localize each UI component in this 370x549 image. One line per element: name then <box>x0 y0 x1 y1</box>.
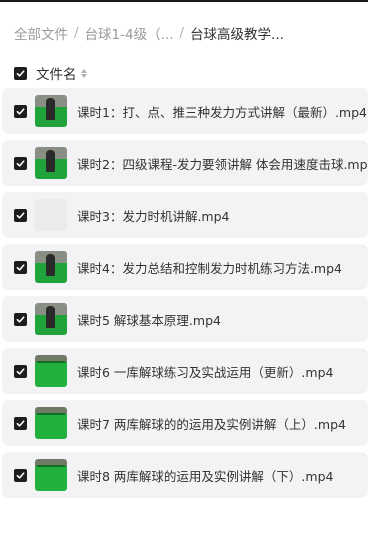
video-thumbnail-placeholder-icon <box>35 199 67 231</box>
breadcrumb-item-parent[interactable]: 台球1-4级（... <box>85 23 174 43</box>
video-thumbnail-table-icon <box>35 459 67 491</box>
row-checkbox[interactable] <box>14 364 27 378</box>
column-header-filename[interactable]: 文件名 <box>36 63 77 83</box>
file-row[interactable]: 课时3：发力时机讲解.mp4 <box>2 192 368 238</box>
list-header: 文件名 <box>14 63 87 83</box>
check-icon <box>16 419 25 427</box>
row-checkbox[interactable] <box>14 104 27 118</box>
file-name[interactable]: 课时8 两库解球的运用及实例讲解（下）.mp4 <box>77 466 333 485</box>
video-thumbnail-player-icon <box>35 251 67 283</box>
breadcrumb-item-root[interactable]: 全部文件 <box>14 23 68 43</box>
sort-icon[interactable] <box>80 68 87 78</box>
file-name[interactable]: 课时3：发力时机讲解.mp4 <box>77 206 230 225</box>
row-checkbox[interactable] <box>14 468 27 482</box>
check-icon <box>16 471 25 479</box>
video-thumbnail-player-icon <box>35 303 67 335</box>
file-row[interactable]: 课时4：发力总结和控制发力时机练习方法.mp4 <box>2 244 368 290</box>
file-row[interactable]: 课时7 两库解球的的运用及实例讲解（上）.mp4 <box>2 400 368 446</box>
video-thumbnail-player-icon <box>35 147 67 179</box>
file-name[interactable]: 课时6 一库解球练习及实战运用（更新）.mp4 <box>77 362 333 381</box>
row-checkbox[interactable] <box>14 208 27 222</box>
breadcrumb-item-current: 台球高级教学... <box>190 27 284 43</box>
check-icon <box>16 211 25 219</box>
check-icon <box>16 107 25 115</box>
breadcrumb-separator: / <box>74 25 79 41</box>
file-row[interactable]: 课时2：四级课程-发力要领讲解 体会用速度击球.mp4 <box>2 140 368 186</box>
check-icon <box>16 367 25 375</box>
top-divider <box>0 0 368 2</box>
file-row[interactable]: 课时8 两库解球的运用及实例讲解（下）.mp4 <box>2 452 368 498</box>
row-checkbox[interactable] <box>14 260 27 274</box>
file-name[interactable]: 课时2：四级课程-发力要领讲解 体会用速度击球.mp4 <box>77 154 368 173</box>
file-name[interactable]: 课时4：发力总结和控制发力时机练习方法.mp4 <box>77 258 342 277</box>
file-row[interactable]: 课时5 解球基本原理.mp4 <box>2 296 368 342</box>
file-name[interactable]: 课时1：打、点、推三种发力方式讲解（最新）.mp4 <box>77 102 367 121</box>
row-checkbox[interactable] <box>14 156 27 170</box>
file-row[interactable]: 课时6 一库解球练习及实战运用（更新）.mp4 <box>2 348 368 394</box>
check-icon <box>16 159 25 167</box>
breadcrumb: 全部文件 / 台球1-4级（... / 台球高级教学... <box>14 23 364 43</box>
breadcrumb-separator: / <box>179 25 185 41</box>
file-name[interactable]: 课时7 两库解球的的运用及实例讲解（上）.mp4 <box>77 414 346 433</box>
check-icon <box>16 69 25 77</box>
file-row[interactable]: 课时1：打、点、推三种发力方式讲解（最新）.mp4 <box>2 88 368 134</box>
check-icon <box>16 315 25 323</box>
select-all-checkbox[interactable] <box>14 66 27 80</box>
row-checkbox[interactable] <box>14 312 27 326</box>
video-thumbnail-player-icon <box>35 95 67 127</box>
video-thumbnail-table-icon <box>35 407 67 439</box>
row-checkbox[interactable] <box>14 416 27 430</box>
file-list: 课时1：打、点、推三种发力方式讲解（最新）.mp4 课时2：四级课程-发力要领讲解… <box>2 88 368 504</box>
video-thumbnail-table-icon <box>35 355 67 387</box>
check-icon <box>16 263 25 271</box>
file-name[interactable]: 课时5 解球基本原理.mp4 <box>77 310 221 329</box>
